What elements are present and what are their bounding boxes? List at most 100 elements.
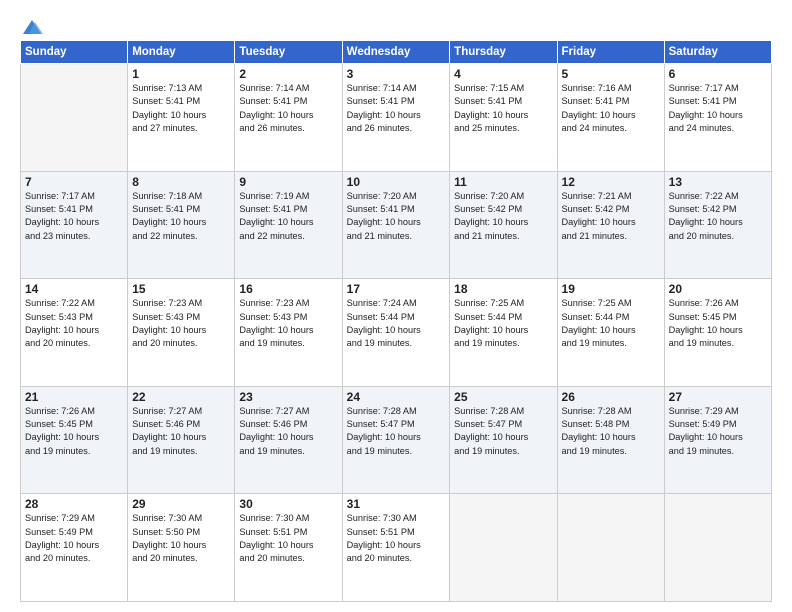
calendar-cell bbox=[450, 494, 557, 602]
day-number: 22 bbox=[132, 390, 230, 404]
day-info: Sunrise: 7:16 AM Sunset: 5:41 PM Dayligh… bbox=[562, 82, 660, 135]
day-number: 1 bbox=[132, 67, 230, 81]
day-info: Sunrise: 7:25 AM Sunset: 5:44 PM Dayligh… bbox=[562, 297, 660, 350]
calendar-week-2: 7Sunrise: 7:17 AM Sunset: 5:41 PM Daylig… bbox=[21, 171, 772, 279]
day-info: Sunrise: 7:28 AM Sunset: 5:48 PM Dayligh… bbox=[562, 405, 660, 458]
day-number: 24 bbox=[347, 390, 446, 404]
day-info: Sunrise: 7:29 AM Sunset: 5:49 PM Dayligh… bbox=[669, 405, 767, 458]
day-info: Sunrise: 7:29 AM Sunset: 5:49 PM Dayligh… bbox=[25, 512, 123, 565]
day-info: Sunrise: 7:22 AM Sunset: 5:43 PM Dayligh… bbox=[25, 297, 123, 350]
day-number: 29 bbox=[132, 497, 230, 511]
calendar-cell: 12Sunrise: 7:21 AM Sunset: 5:42 PM Dayli… bbox=[557, 171, 664, 279]
day-info: Sunrise: 7:27 AM Sunset: 5:46 PM Dayligh… bbox=[239, 405, 337, 458]
day-info: Sunrise: 7:17 AM Sunset: 5:41 PM Dayligh… bbox=[25, 190, 123, 243]
day-info: Sunrise: 7:26 AM Sunset: 5:45 PM Dayligh… bbox=[25, 405, 123, 458]
calendar-cell bbox=[21, 64, 128, 172]
calendar-cell: 29Sunrise: 7:30 AM Sunset: 5:50 PM Dayli… bbox=[128, 494, 235, 602]
day-info: Sunrise: 7:14 AM Sunset: 5:41 PM Dayligh… bbox=[239, 82, 337, 135]
calendar-cell: 27Sunrise: 7:29 AM Sunset: 5:49 PM Dayli… bbox=[664, 386, 771, 494]
calendar-cell: 23Sunrise: 7:27 AM Sunset: 5:46 PM Dayli… bbox=[235, 386, 342, 494]
calendar-cell: 2Sunrise: 7:14 AM Sunset: 5:41 PM Daylig… bbox=[235, 64, 342, 172]
day-info: Sunrise: 7:18 AM Sunset: 5:41 PM Dayligh… bbox=[132, 190, 230, 243]
calendar-cell: 26Sunrise: 7:28 AM Sunset: 5:48 PM Dayli… bbox=[557, 386, 664, 494]
day-info: Sunrise: 7:13 AM Sunset: 5:41 PM Dayligh… bbox=[132, 82, 230, 135]
day-number: 25 bbox=[454, 390, 552, 404]
calendar-cell: 21Sunrise: 7:26 AM Sunset: 5:45 PM Dayli… bbox=[21, 386, 128, 494]
day-number: 27 bbox=[669, 390, 767, 404]
day-info: Sunrise: 7:25 AM Sunset: 5:44 PM Dayligh… bbox=[454, 297, 552, 350]
day-info: Sunrise: 7:30 AM Sunset: 5:50 PM Dayligh… bbox=[132, 512, 230, 565]
day-info: Sunrise: 7:20 AM Sunset: 5:41 PM Dayligh… bbox=[347, 190, 446, 243]
day-number: 8 bbox=[132, 175, 230, 189]
calendar-body: 1Sunrise: 7:13 AM Sunset: 5:41 PM Daylig… bbox=[21, 64, 772, 602]
calendar-cell: 4Sunrise: 7:15 AM Sunset: 5:41 PM Daylig… bbox=[450, 64, 557, 172]
calendar-week-3: 14Sunrise: 7:22 AM Sunset: 5:43 PM Dayli… bbox=[21, 279, 772, 387]
calendar-cell: 20Sunrise: 7:26 AM Sunset: 5:45 PM Dayli… bbox=[664, 279, 771, 387]
calendar-cell: 25Sunrise: 7:28 AM Sunset: 5:47 PM Dayli… bbox=[450, 386, 557, 494]
day-number: 20 bbox=[669, 282, 767, 296]
day-number: 9 bbox=[239, 175, 337, 189]
day-info: Sunrise: 7:28 AM Sunset: 5:47 PM Dayligh… bbox=[454, 405, 552, 458]
day-number: 31 bbox=[347, 497, 446, 511]
day-number: 7 bbox=[25, 175, 123, 189]
calendar-cell: 17Sunrise: 7:24 AM Sunset: 5:44 PM Dayli… bbox=[342, 279, 450, 387]
day-number: 14 bbox=[25, 282, 123, 296]
day-number: 15 bbox=[132, 282, 230, 296]
day-number: 13 bbox=[669, 175, 767, 189]
calendar-cell: 24Sunrise: 7:28 AM Sunset: 5:47 PM Dayli… bbox=[342, 386, 450, 494]
day-info: Sunrise: 7:14 AM Sunset: 5:41 PM Dayligh… bbox=[347, 82, 446, 135]
calendar-cell: 11Sunrise: 7:20 AM Sunset: 5:42 PM Dayli… bbox=[450, 171, 557, 279]
day-number: 12 bbox=[562, 175, 660, 189]
calendar-cell: 18Sunrise: 7:25 AM Sunset: 5:44 PM Dayli… bbox=[450, 279, 557, 387]
calendar-cell: 14Sunrise: 7:22 AM Sunset: 5:43 PM Dayli… bbox=[21, 279, 128, 387]
calendar-week-5: 28Sunrise: 7:29 AM Sunset: 5:49 PM Dayli… bbox=[21, 494, 772, 602]
calendar-week-1: 1Sunrise: 7:13 AM Sunset: 5:41 PM Daylig… bbox=[21, 64, 772, 172]
calendar-week-4: 21Sunrise: 7:26 AM Sunset: 5:45 PM Dayli… bbox=[21, 386, 772, 494]
calendar-cell: 9Sunrise: 7:19 AM Sunset: 5:41 PM Daylig… bbox=[235, 171, 342, 279]
calendar-cell: 3Sunrise: 7:14 AM Sunset: 5:41 PM Daylig… bbox=[342, 64, 450, 172]
calendar-header-row: SundayMondayTuesdayWednesdayThursdayFrid… bbox=[21, 41, 772, 64]
calendar-cell: 10Sunrise: 7:20 AM Sunset: 5:41 PM Dayli… bbox=[342, 171, 450, 279]
calendar-cell: 6Sunrise: 7:17 AM Sunset: 5:41 PM Daylig… bbox=[664, 64, 771, 172]
calendar-header-tuesday: Tuesday bbox=[235, 41, 342, 64]
day-info: Sunrise: 7:23 AM Sunset: 5:43 PM Dayligh… bbox=[132, 297, 230, 350]
page: SundayMondayTuesdayWednesdayThursdayFrid… bbox=[0, 0, 792, 612]
day-number: 16 bbox=[239, 282, 337, 296]
calendar-cell: 8Sunrise: 7:18 AM Sunset: 5:41 PM Daylig… bbox=[128, 171, 235, 279]
day-info: Sunrise: 7:17 AM Sunset: 5:41 PM Dayligh… bbox=[669, 82, 767, 135]
calendar-header-thursday: Thursday bbox=[450, 41, 557, 64]
calendar-cell: 31Sunrise: 7:30 AM Sunset: 5:51 PM Dayli… bbox=[342, 494, 450, 602]
day-info: Sunrise: 7:30 AM Sunset: 5:51 PM Dayligh… bbox=[239, 512, 337, 565]
day-number: 6 bbox=[669, 67, 767, 81]
calendar-cell: 22Sunrise: 7:27 AM Sunset: 5:46 PM Dayli… bbox=[128, 386, 235, 494]
day-number: 30 bbox=[239, 497, 337, 511]
day-number: 23 bbox=[239, 390, 337, 404]
calendar-table: SundayMondayTuesdayWednesdayThursdayFrid… bbox=[20, 40, 772, 602]
day-number: 4 bbox=[454, 67, 552, 81]
calendar-cell: 16Sunrise: 7:23 AM Sunset: 5:43 PM Dayli… bbox=[235, 279, 342, 387]
day-info: Sunrise: 7:21 AM Sunset: 5:42 PM Dayligh… bbox=[562, 190, 660, 243]
day-number: 26 bbox=[562, 390, 660, 404]
calendar-header-wednesday: Wednesday bbox=[342, 41, 450, 64]
calendar-cell: 13Sunrise: 7:22 AM Sunset: 5:42 PM Dayli… bbox=[664, 171, 771, 279]
calendar-cell: 1Sunrise: 7:13 AM Sunset: 5:41 PM Daylig… bbox=[128, 64, 235, 172]
day-number: 17 bbox=[347, 282, 446, 296]
day-number: 18 bbox=[454, 282, 552, 296]
day-number: 19 bbox=[562, 282, 660, 296]
day-number: 10 bbox=[347, 175, 446, 189]
day-info: Sunrise: 7:28 AM Sunset: 5:47 PM Dayligh… bbox=[347, 405, 446, 458]
day-number: 28 bbox=[25, 497, 123, 511]
day-info: Sunrise: 7:22 AM Sunset: 5:42 PM Dayligh… bbox=[669, 190, 767, 243]
calendar-cell: 28Sunrise: 7:29 AM Sunset: 5:49 PM Dayli… bbox=[21, 494, 128, 602]
calendar-cell: 30Sunrise: 7:30 AM Sunset: 5:51 PM Dayli… bbox=[235, 494, 342, 602]
calendar-cell: 15Sunrise: 7:23 AM Sunset: 5:43 PM Dayli… bbox=[128, 279, 235, 387]
calendar-cell bbox=[557, 494, 664, 602]
day-number: 11 bbox=[454, 175, 552, 189]
day-info: Sunrise: 7:15 AM Sunset: 5:41 PM Dayligh… bbox=[454, 82, 552, 135]
calendar-header-monday: Monday bbox=[128, 41, 235, 64]
calendar-header-friday: Friday bbox=[557, 41, 664, 64]
day-info: Sunrise: 7:26 AM Sunset: 5:45 PM Dayligh… bbox=[669, 297, 767, 350]
calendar-cell bbox=[664, 494, 771, 602]
day-info: Sunrise: 7:19 AM Sunset: 5:41 PM Dayligh… bbox=[239, 190, 337, 243]
logo-icon bbox=[21, 18, 43, 36]
